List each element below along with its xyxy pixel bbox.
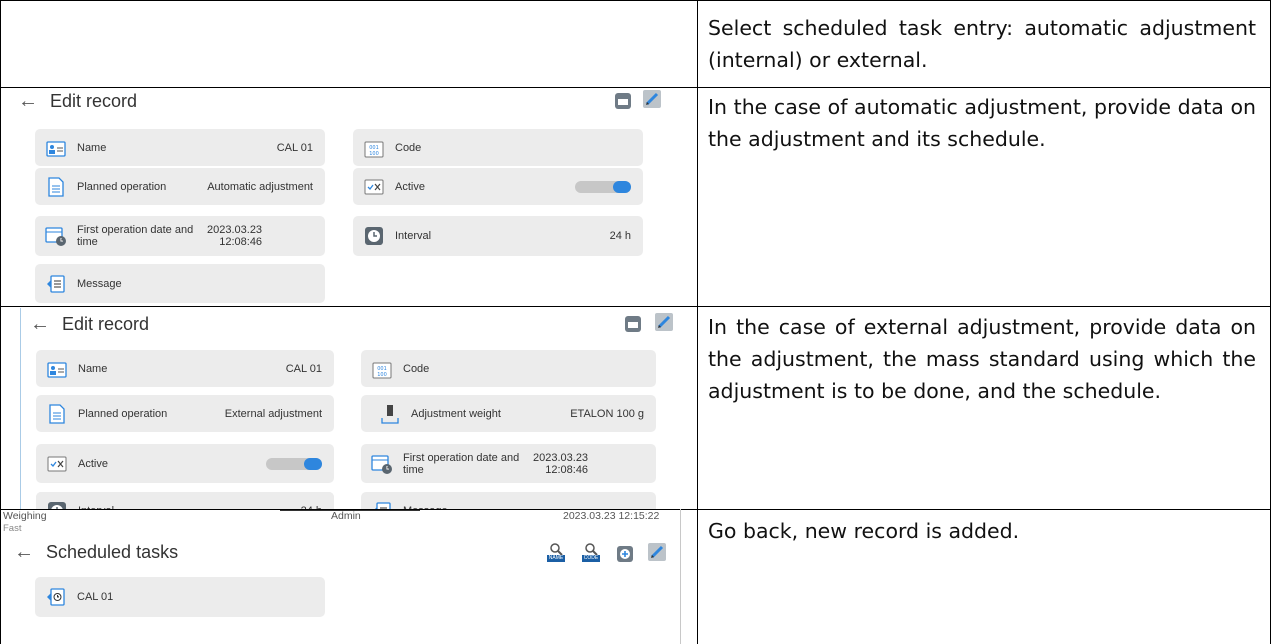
- svg-text:100: 100: [377, 372, 387, 378]
- field-label: Code: [403, 362, 430, 375]
- magnifier-icon: [585, 542, 598, 555]
- field-label: Adjustment weight: [411, 407, 501, 420]
- planned-operation-field[interactable]: Planned operation External adjustment: [36, 395, 334, 432]
- search-by-name-button[interactable]: NAME: [543, 541, 569, 563]
- field-value: CAL 01: [285, 362, 322, 375]
- field-value: 24 h: [609, 230, 631, 242]
- screen-header: ← Edit record: [30, 312, 149, 336]
- id-card-icon: [45, 137, 67, 159]
- field-label: Name: [77, 141, 107, 154]
- first-operation-field[interactable]: First operation date and time 2023.03.23…: [361, 444, 656, 483]
- screen-header: ← Edit record: [18, 89, 137, 113]
- page-title: Scheduled tasks: [46, 541, 179, 562]
- list-item[interactable]: CAL 01: [35, 577, 325, 617]
- table-border-left: [0, 509, 1, 644]
- document-icon: [45, 176, 67, 198]
- active-toggle[interactable]: [575, 180, 631, 193]
- search-by-code-button[interactable]: CODE: [578, 541, 604, 563]
- mode-label: Weighing: [3, 510, 47, 522]
- field-value: Automatic adjustment: [207, 180, 313, 193]
- back-arrow-icon[interactable]: ←: [14, 541, 34, 564]
- adjustment-weight-field[interactable]: Adjustment weight ETALON 100 g: [361, 395, 656, 432]
- field-label: First operation date and time: [77, 224, 194, 248]
- code-icon: 001 100: [363, 137, 385, 159]
- field-value: 2023.03.23 12:08:46: [207, 224, 263, 248]
- field-label: Active: [395, 180, 425, 193]
- sub-mode-label: Fast: [3, 523, 22, 534]
- back-arrow-icon[interactable]: ←: [30, 313, 50, 336]
- edit-exit-icon: [648, 543, 666, 561]
- edit-exit-icon: [643, 90, 661, 108]
- datetime-label: 2023.03.23 12:15:22: [563, 510, 660, 522]
- screen-frame-edge: [680, 509, 681, 644]
- exit-button[interactable]: [653, 311, 675, 333]
- checkbox-icon: [46, 453, 68, 475]
- active-field[interactable]: Active: [36, 444, 334, 483]
- user-label: Admin: [331, 510, 361, 522]
- print-button[interactable]: [622, 313, 644, 335]
- table-border-top: [0, 0, 1271, 1]
- first-operation-field[interactable]: First operation date and time 2023.03.23…: [35, 216, 325, 256]
- screen-header: ← Scheduled tasks: [14, 540, 178, 564]
- field-value: 2023.03.23 12:08:46: [533, 451, 589, 476]
- field-value: ETALON 100 g: [570, 407, 644, 420]
- printer-icon: [625, 316, 641, 332]
- svg-text:100: 100: [369, 151, 379, 157]
- screen-frame-edge: [20, 308, 21, 509]
- field-label: Planned operation: [78, 407, 168, 420]
- field-label: Interval: [395, 230, 432, 242]
- exit-button[interactable]: [641, 88, 663, 110]
- code-icon: 001 100: [371, 358, 393, 380]
- weight-icon: [379, 403, 401, 425]
- printer-icon: [615, 93, 631, 109]
- row-divider: [0, 87, 1271, 88]
- row-description: Go back, new record is added.: [708, 519, 1020, 543]
- id-card-icon: [46, 358, 68, 380]
- field-label: First operation date and time: [403, 451, 520, 476]
- edit-exit-icon: [655, 313, 673, 331]
- page-title: Edit record: [50, 90, 138, 111]
- message-icon: [45, 273, 67, 295]
- name-field[interactable]: Name CAL 01: [35, 129, 325, 166]
- interval-field[interactable]: Interval 24 h: [353, 216, 643, 256]
- field-label: Planned operation: [77, 180, 167, 193]
- clock-icon: [363, 225, 385, 247]
- row-description: In the case of automatic adjustment, pro…: [708, 95, 1256, 151]
- active-field[interactable]: Active: [353, 168, 643, 205]
- page-title: Edit record: [62, 313, 150, 334]
- list-item-label: CAL 01: [77, 591, 114, 603]
- message-field[interactable]: Message: [35, 264, 325, 303]
- calendar-clock-icon: [45, 225, 67, 247]
- back-arrow-icon[interactable]: ←: [18, 90, 38, 113]
- print-button[interactable]: [612, 90, 634, 112]
- row-divider: [0, 306, 1271, 307]
- field-label: Code: [395, 141, 422, 154]
- name-badge: NAME: [546, 554, 566, 562]
- name-field[interactable]: Name CAL 01: [36, 350, 334, 387]
- add-record-button[interactable]: [614, 543, 636, 565]
- active-toggle[interactable]: [266, 457, 322, 470]
- code-field[interactable]: 001 100 Code: [361, 350, 656, 387]
- calendar-clock-icon: [371, 453, 393, 475]
- code-field[interactable]: 001 100 Code: [353, 129, 643, 166]
- magnifier-icon: [550, 542, 563, 555]
- plus-icon: [617, 546, 633, 562]
- scheduled-task-icon: [45, 586, 67, 608]
- field-label: Name: [78, 362, 108, 375]
- exit-button[interactable]: [646, 541, 668, 563]
- checkbox-icon: [363, 176, 385, 198]
- field-value: External adjustment: [224, 407, 322, 420]
- row-description: Select scheduled task entry: automatic a…: [708, 16, 1256, 72]
- planned-operation-field[interactable]: Planned operation Automatic adjustment: [35, 168, 325, 205]
- field-label: Active: [78, 457, 108, 470]
- column-divider: [697, 509, 698, 644]
- code-badge: CODE: [581, 554, 601, 562]
- field-label: Message: [77, 277, 122, 290]
- document-icon: [46, 403, 68, 425]
- field-value: CAL 01: [276, 141, 313, 154]
- row-description: In the case of external adjustment, prov…: [708, 315, 1256, 403]
